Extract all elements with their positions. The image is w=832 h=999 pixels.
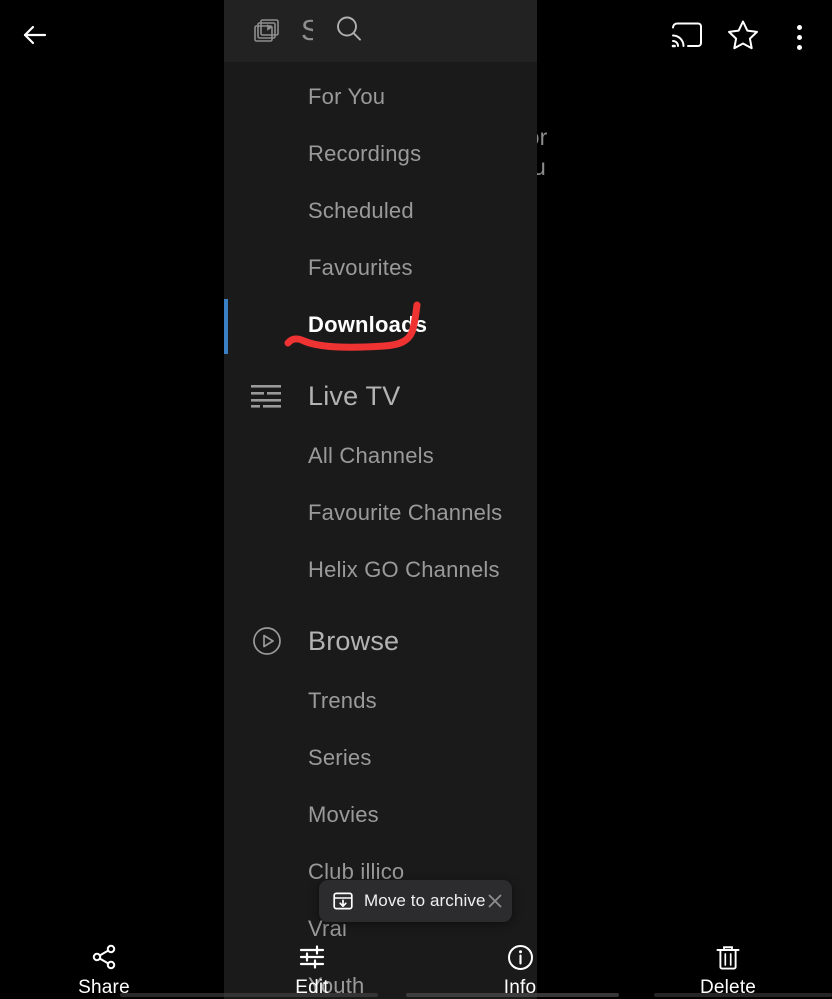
back-button[interactable] xyxy=(14,16,56,58)
gesture-segment xyxy=(653,992,832,997)
nav-item-favourites[interactable]: Favourites xyxy=(224,239,537,296)
overflow-menu-button[interactable] xyxy=(776,14,822,60)
nav-item-favourite-channels[interactable]: Favourite Channels xyxy=(224,484,537,541)
more-vertical-icon xyxy=(796,24,802,50)
nav-group-browse[interactable]: Browse xyxy=(224,610,537,672)
archive-box-icon xyxy=(332,890,354,912)
nav-item-downloads[interactable]: Downloads xyxy=(224,296,537,354)
toast-move-to-archive[interactable]: Move to archive xyxy=(319,880,512,922)
trash-icon xyxy=(715,943,741,971)
sliders-icon xyxy=(299,943,325,971)
close-icon xyxy=(488,894,501,908)
nav-item-label: Recordings xyxy=(308,140,422,166)
navigation-drawer: Saved For You Recordings Scheduled Favou… xyxy=(224,0,537,999)
nav-item-label: Downloads xyxy=(308,311,428,337)
action-info[interactable]: Info xyxy=(416,936,624,999)
info-circle-icon xyxy=(507,943,534,971)
nav-item-scheduled[interactable]: Scheduled xyxy=(224,182,537,239)
nav-item-label: Favourite Channels xyxy=(308,499,503,525)
nav-group-label: Browse xyxy=(308,625,400,656)
action-share[interactable]: Share xyxy=(0,936,208,999)
nav-item-movies[interactable]: Movies xyxy=(224,786,537,843)
action-delete[interactable]: Delete xyxy=(624,936,832,999)
tv-guide-icon xyxy=(249,378,285,414)
cast-icon xyxy=(671,21,703,54)
nav-item-trends[interactable]: Trends xyxy=(224,672,537,729)
drawer-nav: For You Recordings Scheduled Favourites … xyxy=(224,62,537,999)
share-nodes-icon xyxy=(91,943,117,971)
nav-item-label: All Channels xyxy=(308,442,434,468)
favourite-button[interactable] xyxy=(720,14,766,60)
selected-indicator-bar xyxy=(224,299,228,354)
app-screen: forou Saved For You Recordings xyxy=(0,0,832,999)
nav-item-all-channels[interactable]: All Channels xyxy=(224,427,537,484)
nav-item-label: Helix GO Channels xyxy=(308,556,500,582)
nav-item-series[interactable]: Series xyxy=(224,729,537,786)
toast-close-button[interactable] xyxy=(486,891,504,911)
nav-item-label: For You xyxy=(308,83,386,109)
gesture-indicator xyxy=(0,992,832,997)
star-outline-icon xyxy=(726,18,760,57)
bottom-action-bar: Share Edit Info Delete xyxy=(0,936,832,999)
arrow-left-icon xyxy=(20,20,50,55)
nav-item-label: Favourites xyxy=(308,254,413,280)
nav-item-label: Movies xyxy=(308,801,379,827)
nav-item-for-you[interactable]: For You xyxy=(224,68,537,125)
nav-group-label: Live TV xyxy=(308,380,401,411)
nav-group-live-tv[interactable]: Live TV xyxy=(224,365,537,427)
gesture-segment xyxy=(405,992,619,997)
cast-button[interactable] xyxy=(664,14,710,60)
toast-message: Move to archive xyxy=(364,891,486,910)
top-app-bar xyxy=(0,0,832,72)
action-edit[interactable]: Edit xyxy=(208,936,416,999)
nav-item-recordings[interactable]: Recordings xyxy=(224,125,537,182)
play-circle-icon xyxy=(249,623,285,659)
nav-item-label: Trends xyxy=(308,687,377,713)
top-bar-actions xyxy=(664,14,822,60)
nav-item-label: Scheduled xyxy=(308,197,414,223)
nav-item-label: Series xyxy=(308,744,372,770)
nav-item-helix-go-channels[interactable]: Helix GO Channels xyxy=(224,541,537,598)
gesture-segment xyxy=(120,992,378,997)
